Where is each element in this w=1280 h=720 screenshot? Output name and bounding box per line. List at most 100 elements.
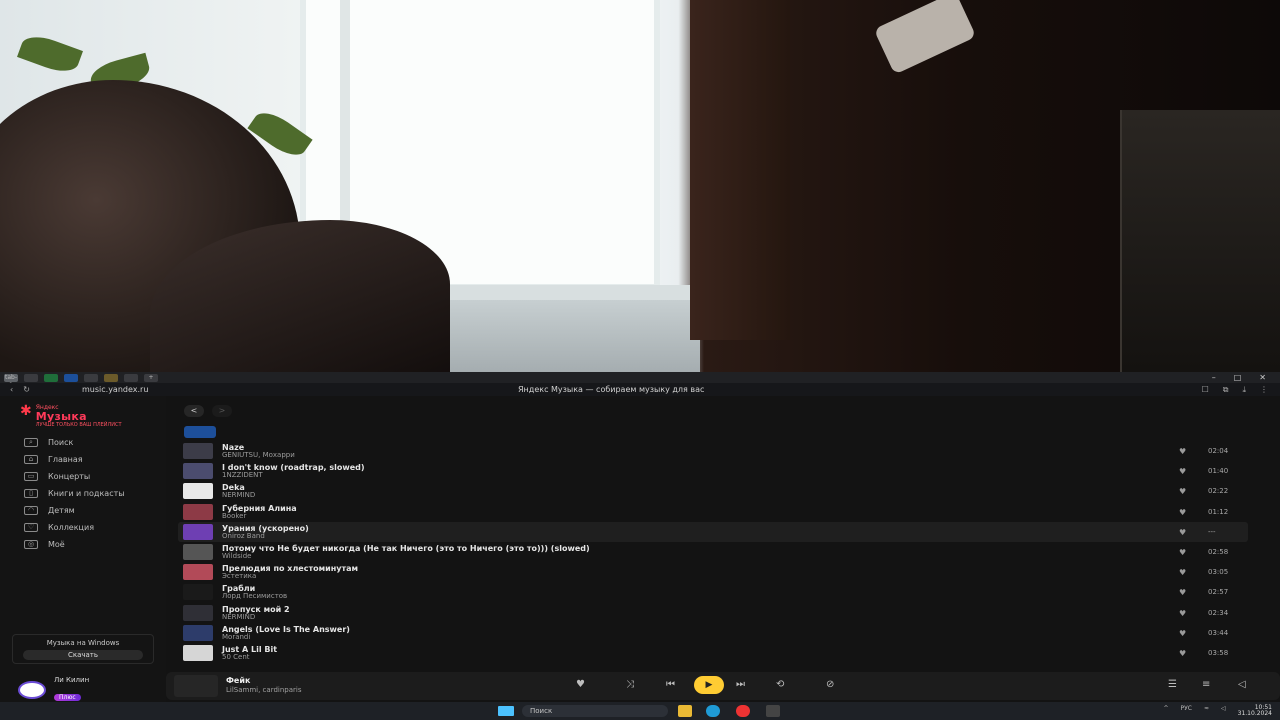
like-icon[interactable]: ♥ <box>1179 649 1186 658</box>
track-row[interactable]: Naze GENIUTSU, Мохарри ♥ 02:04 <box>178 441 1248 461</box>
previous-icon[interactable]: ⏮ <box>666 679 675 690</box>
track-artist[interactable]: Booker <box>222 512 297 520</box>
track-row[interactable]: Губерния Алина Booker ♥ 01:12 <box>178 502 1248 522</box>
extensions-icon[interactable]: ⧉ <box>1223 385 1229 395</box>
track-cover[interactable] <box>183 483 213 500</box>
like-icon[interactable]: ♥ <box>1179 629 1186 638</box>
browser-tab[interactable]: tab-1 <box>4 373 18 389</box>
bookmark-icon[interactable]: ☐ <box>1202 385 1209 395</box>
now-playing-title[interactable]: Фейк <box>226 676 250 685</box>
track-row[interactable]: Прелюдия по хлестоминутам Эстетика ♥ 03:0… <box>178 562 1248 582</box>
track-artist[interactable]: NERMIND <box>222 613 290 621</box>
menu-icon[interactable]: ⋮ <box>1260 385 1268 395</box>
maximize-icon[interactable]: □ <box>1234 373 1242 382</box>
new-tab-button[interactable]: + <box>144 373 158 382</box>
track-title[interactable]: Потому что Не будет никогда (Не так Ниче… <box>222 544 590 553</box>
tray-chevron-icon[interactable]: ^ <box>1163 705 1168 717</box>
url-field[interactable]: music.yandex.ru <box>82 385 322 394</box>
now-playing-artist[interactable]: LilSammi, cardinparis <box>226 686 301 694</box>
track-cover[interactable] <box>183 604 213 621</box>
like-icon[interactable]: ♥ <box>1179 568 1186 577</box>
play-button[interactable]: ▶ <box>694 676 724 694</box>
edge-icon[interactable] <box>706 705 720 717</box>
plus-badge[interactable]: Плюс <box>54 694 81 701</box>
track-cover[interactable] <box>183 584 213 601</box>
close-icon[interactable]: ✕ <box>1259 373 1266 382</box>
track-row[interactable]: Angels (Love Is The Answer) Morandi ♥ 03:… <box>178 623 1248 643</box>
forward-button[interactable]: > <box>212 405 232 417</box>
browser-tab[interactable] <box>124 373 138 382</box>
like-icon[interactable]: ♥ <box>1179 548 1186 557</box>
sidebar-item-mine[interactable]: ◎ Моё <box>24 536 125 553</box>
like-icon[interactable]: ♥ <box>1179 609 1186 618</box>
shuffle-icon[interactable]: ⤨ <box>626 679 634 690</box>
like-icon[interactable]: ♥ <box>576 679 585 690</box>
browser-tab[interactable] <box>84 373 98 382</box>
track-cover[interactable] <box>183 564 213 581</box>
track-row[interactable]: Пропуск мой 2 NERMIND ♥ 02:34 <box>178 603 1248 623</box>
like-icon[interactable]: ♥ <box>1179 447 1186 456</box>
user-profile[interactable]: Ли Килин Плюс <box>18 676 89 703</box>
sidebar-item-collection[interactable]: ♡ Коллекция <box>24 519 125 536</box>
like-icon[interactable]: ♥ <box>1179 588 1186 597</box>
track-row-playing[interactable]: Урания (ускорено) Oniroz Band ♥ --- <box>178 521 1248 542</box>
track-cover[interactable] <box>183 644 213 661</box>
track-artist[interactable]: 1NZZIDENT <box>222 471 365 479</box>
taskbar-search[interactable]: Поиск <box>522 705 668 717</box>
like-icon[interactable]: ♥ <box>1179 508 1186 517</box>
track-row[interactable]: I don't know (roadtrap, slowed) 1NZZIDENT… <box>178 461 1248 481</box>
like-icon[interactable]: ♥ <box>1179 487 1186 496</box>
filter-chip[interactable] <box>184 426 216 438</box>
start-button[interactable] <box>498 706 514 716</box>
track-cover[interactable] <box>183 503 213 520</box>
browser-tab[interactable] <box>44 373 58 382</box>
download-icon[interactable]: ⤓ <box>1242 385 1246 395</box>
track-artist[interactable]: Эстетика <box>222 572 358 580</box>
track-cover[interactable] <box>183 543 213 560</box>
clock[interactable]: 10:51 31.10.2024 <box>1238 705 1272 717</box>
track-artist[interactable]: NERMIND <box>222 491 255 499</box>
track-artist[interactable]: GENIUTSU, Мохарри <box>222 451 295 459</box>
yandex-browser-icon[interactable] <box>736 705 750 717</box>
track-cover[interactable] <box>183 443 213 459</box>
settings-icon[interactable] <box>766 705 780 717</box>
minimize-icon[interactable]: – <box>1212 373 1216 382</box>
track-row[interactable]: Deka NERMIND ♥ 02:22 <box>178 481 1248 501</box>
queue-icon[interactable]: ☰ <box>1168 679 1177 690</box>
equalizer-icon[interactable]: ≡ <box>1202 679 1210 690</box>
browser-tab[interactable] <box>24 373 38 382</box>
sidebar-item-search[interactable]: ⌕ Поиск <box>24 434 125 451</box>
wifi-icon[interactable]: ≈ <box>1204 705 1209 717</box>
track-cover[interactable] <box>183 463 213 480</box>
track-artist[interactable]: 50 Cent <box>222 653 277 661</box>
track-row[interactable]: Потому что Не будет никогда (Не так Ниче… <box>178 542 1248 562</box>
language-indicator[interactable]: РУС <box>1181 705 1192 717</box>
browser-tab[interactable] <box>104 373 118 382</box>
track-cover[interactable] <box>183 523 213 540</box>
track-artist[interactable]: Wildside <box>222 552 590 560</box>
next-icon[interactable]: ⏭ <box>736 679 745 690</box>
dislike-icon[interactable]: ⊘ <box>826 679 834 690</box>
repeat-icon[interactable]: ⟲ <box>776 679 784 690</box>
file-explorer-icon[interactable] <box>678 705 692 717</box>
volume-icon[interactable]: ◁ <box>1238 679 1246 690</box>
track-row[interactable]: Грабли Лорд Песимистов ♥ 02:57 <box>178 582 1248 602</box>
track-artist[interactable]: Oniroz Band <box>222 532 309 540</box>
track-artist[interactable]: Morandi <box>222 633 350 641</box>
download-app-button[interactable]: Скачать <box>23 650 143 660</box>
sidebar-item-kids[interactable]: ◠ Детям <box>24 502 125 519</box>
volume-tray-icon[interactable]: ◁ <box>1221 705 1226 717</box>
avatar[interactable] <box>18 680 46 699</box>
logo[interactable]: ✱ Яндекс Музыка ЛУЧШЕ ТОЛЬКО ВАШ ПЛЕЙЛИС… <box>20 404 122 428</box>
track-row[interactable]: Just A Lil Bit 50 Cent ♥ 03:58 <box>178 643 1248 663</box>
like-icon[interactable]: ♥ <box>1179 528 1186 537</box>
sidebar-item-home[interactable]: ⌂ Главная <box>24 451 125 468</box>
sidebar-item-concerts[interactable]: ▭ Концерты <box>24 468 125 485</box>
track-cover[interactable] <box>183 624 213 641</box>
back-icon[interactable]: ‹ <box>10 385 13 394</box>
sidebar-item-books[interactable]: ▯ Книги и подкасты <box>24 485 125 502</box>
reload-icon[interactable]: ↻ <box>23 385 30 394</box>
now-playing-cover[interactable] <box>174 675 218 697</box>
like-icon[interactable]: ♥ <box>1179 467 1186 476</box>
back-button[interactable]: < <box>184 405 204 417</box>
